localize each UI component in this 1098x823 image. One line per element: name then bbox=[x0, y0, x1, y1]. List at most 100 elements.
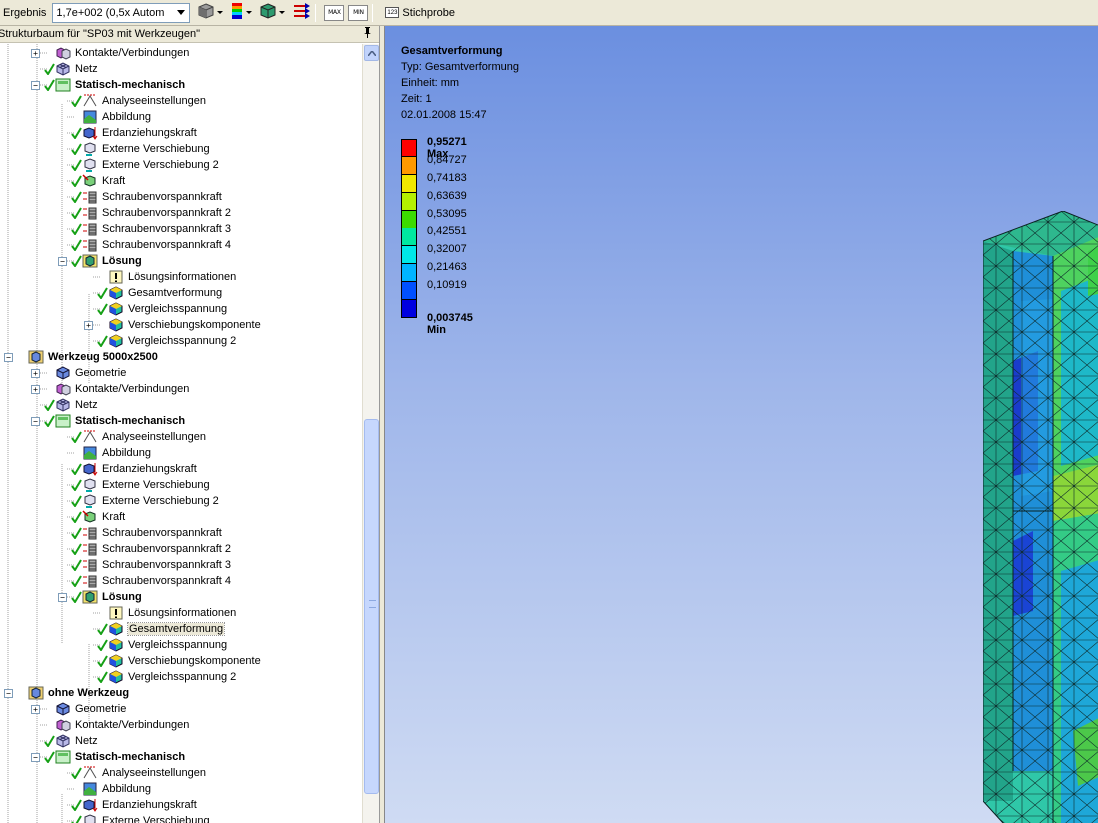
collapse-icon[interactable]: − bbox=[31, 416, 40, 426]
tree-row[interactable]: Verschiebungskomponente bbox=[84, 653, 261, 669]
tree-row[interactable]: − Werkzeug 5000x2500 bbox=[4, 349, 158, 365]
tree-row[interactable]: Abbildung bbox=[58, 445, 151, 461]
collapse-icon[interactable]: − bbox=[31, 80, 40, 90]
expand-icon[interactable]: + bbox=[31, 368, 40, 378]
bolt-pretension-icon bbox=[82, 222, 98, 236]
result-icon bbox=[108, 670, 124, 684]
tree-row-label: Schraubenvorspannkraft 3 bbox=[102, 559, 232, 571]
expand-icon[interactable]: + bbox=[31, 384, 40, 394]
tree-row[interactable]: Schraubenvorspannkraft 2 bbox=[58, 205, 231, 221]
vector-display-button[interactable] bbox=[293, 3, 311, 23]
tree-row[interactable]: Analyseeinstellungen bbox=[58, 429, 206, 445]
tree-row[interactable]: Gesamtverformung bbox=[84, 285, 222, 301]
chevron-down-icon[interactable] bbox=[246, 11, 253, 14]
tree-row[interactable]: Lösungsinformationen bbox=[84, 605, 236, 621]
tree-row[interactable]: − Statisch-mechanisch bbox=[31, 413, 185, 429]
pin-icon[interactable] bbox=[363, 27, 375, 41]
contour-display-button[interactable] bbox=[231, 3, 253, 23]
tree-row[interactable]: Lösungsinformationen bbox=[84, 269, 236, 285]
tree-row[interactable]: − Statisch-mechanisch bbox=[31, 749, 185, 765]
tree-row[interactable]: Schraubenvorspannkraft 4 bbox=[58, 237, 231, 253]
legend-band[interactable]: 0,95271 Max bbox=[401, 136, 467, 160]
tree-row[interactable]: Abbildung bbox=[58, 781, 151, 797]
edge-display-button[interactable] bbox=[260, 3, 286, 23]
chevron-down-icon[interactable] bbox=[279, 11, 286, 14]
tree-row[interactable]: Vergleichsspannung 2 bbox=[84, 669, 236, 685]
probe-button[interactable]: 123 Stichprobe bbox=[385, 7, 455, 19]
max-probe-button[interactable]: MAX bbox=[324, 4, 345, 21]
scale-combo[interactable]: 1,7e+002 (0,5x Autom bbox=[52, 2, 191, 23]
legend-band[interactable]: 0,003745 Min bbox=[401, 300, 473, 336]
tree-row[interactable]: Netz bbox=[31, 733, 98, 749]
collapse-icon[interactable]: − bbox=[58, 592, 67, 602]
tree-row-label: Netz bbox=[75, 399, 98, 411]
tree-row[interactable]: Netz bbox=[31, 61, 98, 77]
chevron-up-icon bbox=[367, 50, 376, 56]
tree-row[interactable]: Externe Verschiebung bbox=[58, 813, 210, 823]
tree-row[interactable]: − Lösung bbox=[58, 253, 142, 269]
legend-band[interactable]: 0,53095 bbox=[401, 208, 467, 229]
tree-row[interactable]: Erdanziehungskraft bbox=[58, 797, 197, 813]
color-legend[interactable]: 0,95271 Max 0,84727 0,74183 0,63639 0,53095 0… bbox=[401, 136, 473, 336]
tree-row[interactable]: Externe Verschiebung bbox=[58, 477, 210, 493]
collapse-icon[interactable]: − bbox=[4, 688, 13, 698]
legend-band[interactable]: 0,10919 bbox=[401, 279, 467, 301]
tree-row[interactable]: Erdanziehungskraft bbox=[58, 125, 197, 141]
collapse-icon[interactable]: − bbox=[58, 256, 67, 266]
tree-row[interactable]: Schraubenvorspannkraft bbox=[58, 189, 222, 205]
legend-band[interactable]: 0,84727 bbox=[401, 154, 467, 175]
tree-row[interactable]: Schraubenvorspannkraft 4 bbox=[58, 573, 231, 589]
legend-band[interactable]: 0,74183 bbox=[401, 172, 467, 193]
tree-row[interactable]: Erdanziehungskraft bbox=[58, 461, 197, 477]
chevron-down-icon[interactable] bbox=[217, 11, 224, 14]
legend-swatch bbox=[401, 174, 417, 193]
collapse-icon[interactable]: − bbox=[31, 752, 40, 762]
tree-row[interactable]: Analyseeinstellungen bbox=[58, 765, 206, 781]
tree-row[interactable]: Vergleichsspannung 2 bbox=[84, 333, 236, 349]
collapse-icon[interactable]: − bbox=[4, 352, 13, 362]
legend-band[interactable]: 0,32007 bbox=[401, 243, 467, 265]
tree-row[interactable]: − ohne Werkzeug bbox=[4, 685, 129, 701]
tree-row[interactable]: Gesamtverformung bbox=[84, 621, 226, 637]
tree-row[interactable]: Schraubenvorspannkraft bbox=[58, 525, 222, 541]
tree-row[interactable]: Analyseeinstellungen bbox=[58, 93, 206, 109]
tree-row[interactable]: + Kontakte/Verbindungen bbox=[31, 381, 189, 397]
chevron-down-icon[interactable] bbox=[173, 4, 189, 22]
min-probe-button[interactable]: MIN bbox=[348, 4, 369, 21]
tree-row[interactable]: Schraubenvorspannkraft 3 bbox=[58, 221, 231, 237]
expand-icon[interactable]: + bbox=[31, 48, 40, 58]
expand-icon[interactable]: + bbox=[84, 320, 93, 330]
legend-band[interactable]: 0,42551 bbox=[401, 225, 467, 247]
tree-row[interactable]: Netz bbox=[31, 397, 98, 413]
tree-row[interactable]: Externe Verschiebung 2 bbox=[58, 493, 219, 509]
tree-row[interactable]: Vergleichsspannung bbox=[84, 301, 227, 317]
tree-body[interactable]: + Kontakte/Verbindungen Netz − Statisch-mech… bbox=[0, 44, 362, 823]
tree-row[interactable]: + Geometrie bbox=[31, 701, 126, 717]
tree-row[interactable]: Externe Verschiebung 2 bbox=[58, 157, 219, 173]
graphics-viewport[interactable]: Gesamtverformung Typ: Gesamtverformung E… bbox=[384, 26, 1098, 823]
tree-row[interactable]: Kontakte/Verbindungen bbox=[31, 717, 189, 733]
expand-icon[interactable]: + bbox=[31, 704, 40, 714]
tree-row[interactable]: − Statisch-mechanisch bbox=[31, 77, 185, 93]
tree-row[interactable]: Schraubenvorspannkraft 3 bbox=[58, 557, 231, 573]
legend-band[interactable]: 0,63639 bbox=[401, 190, 467, 211]
tree-row[interactable]: Vergleichsspannung bbox=[84, 637, 227, 653]
legend-band[interactable]: 0,21463 bbox=[401, 261, 467, 283]
tree-row[interactable]: Abbildung bbox=[58, 109, 151, 125]
tree-row[interactable]: Externe Verschiebung bbox=[58, 141, 210, 157]
tree-row[interactable]: + Geometrie bbox=[31, 365, 126, 381]
tree-row[interactable]: + Kontakte/Verbindungen bbox=[31, 45, 189, 61]
tree-scrollbar[interactable] bbox=[362, 44, 379, 823]
tree-row[interactable]: Kraft bbox=[58, 509, 125, 525]
tree-row[interactable]: − Lösung bbox=[58, 589, 142, 605]
tree-row[interactable]: Schraubenvorspannkraft 2 bbox=[58, 541, 231, 557]
scroll-up-button[interactable] bbox=[364, 45, 379, 61]
tree-row[interactable]: + Verschiebungskomponente bbox=[84, 317, 261, 333]
tree-row-label: Statisch-mechanisch bbox=[75, 79, 186, 91]
scroll-thumb[interactable] bbox=[364, 419, 379, 794]
geometry-display-button[interactable] bbox=[198, 3, 224, 23]
tree-row[interactable]: Kraft bbox=[58, 173, 125, 189]
deformation-mesh-model[interactable] bbox=[983, 211, 1098, 823]
